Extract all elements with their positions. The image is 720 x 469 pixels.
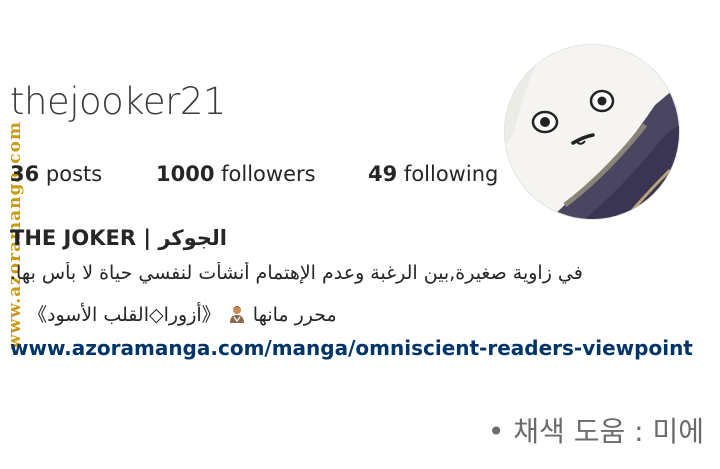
followers-stat[interactable]: 1000 followers bbox=[156, 162, 316, 186]
person-emoji-icon bbox=[227, 304, 247, 324]
followers-label: followers bbox=[221, 162, 316, 186]
coloring-credit: • 채색 도움 : 미에 bbox=[487, 415, 704, 448]
bio-team-name: 《أزورا◇القلب الأسود》 bbox=[28, 304, 221, 326]
posts-label: posts bbox=[45, 162, 103, 186]
following-count: 49 bbox=[368, 162, 398, 186]
avatar-cartoon-face-icon bbox=[505, 45, 679, 219]
bio-editor-role: محرر مانها bbox=[252, 304, 337, 326]
following-stat[interactable]: 49 following bbox=[368, 162, 498, 186]
profile-avatar[interactable] bbox=[505, 45, 679, 219]
profile-website-link[interactable]: www.azoramanga.com/manga/omniscient-read… bbox=[10, 336, 693, 360]
posts-stat: 36 posts bbox=[10, 162, 102, 186]
following-label: following bbox=[403, 162, 499, 186]
posts-count: 36 bbox=[10, 162, 40, 186]
bio-editor-line: محرر مانها 《أزورا◇القلب الأسود》 bbox=[28, 300, 337, 327]
profile-display-name: THE JOKER | الجوكر bbox=[10, 226, 227, 250]
followers-count: 1000 bbox=[156, 162, 215, 186]
profile-username: thejooker21 bbox=[10, 80, 226, 123]
bio-text: في زاوية صغيرة,بين الرغبة وعدم الإهتمام … bbox=[10, 262, 583, 284]
